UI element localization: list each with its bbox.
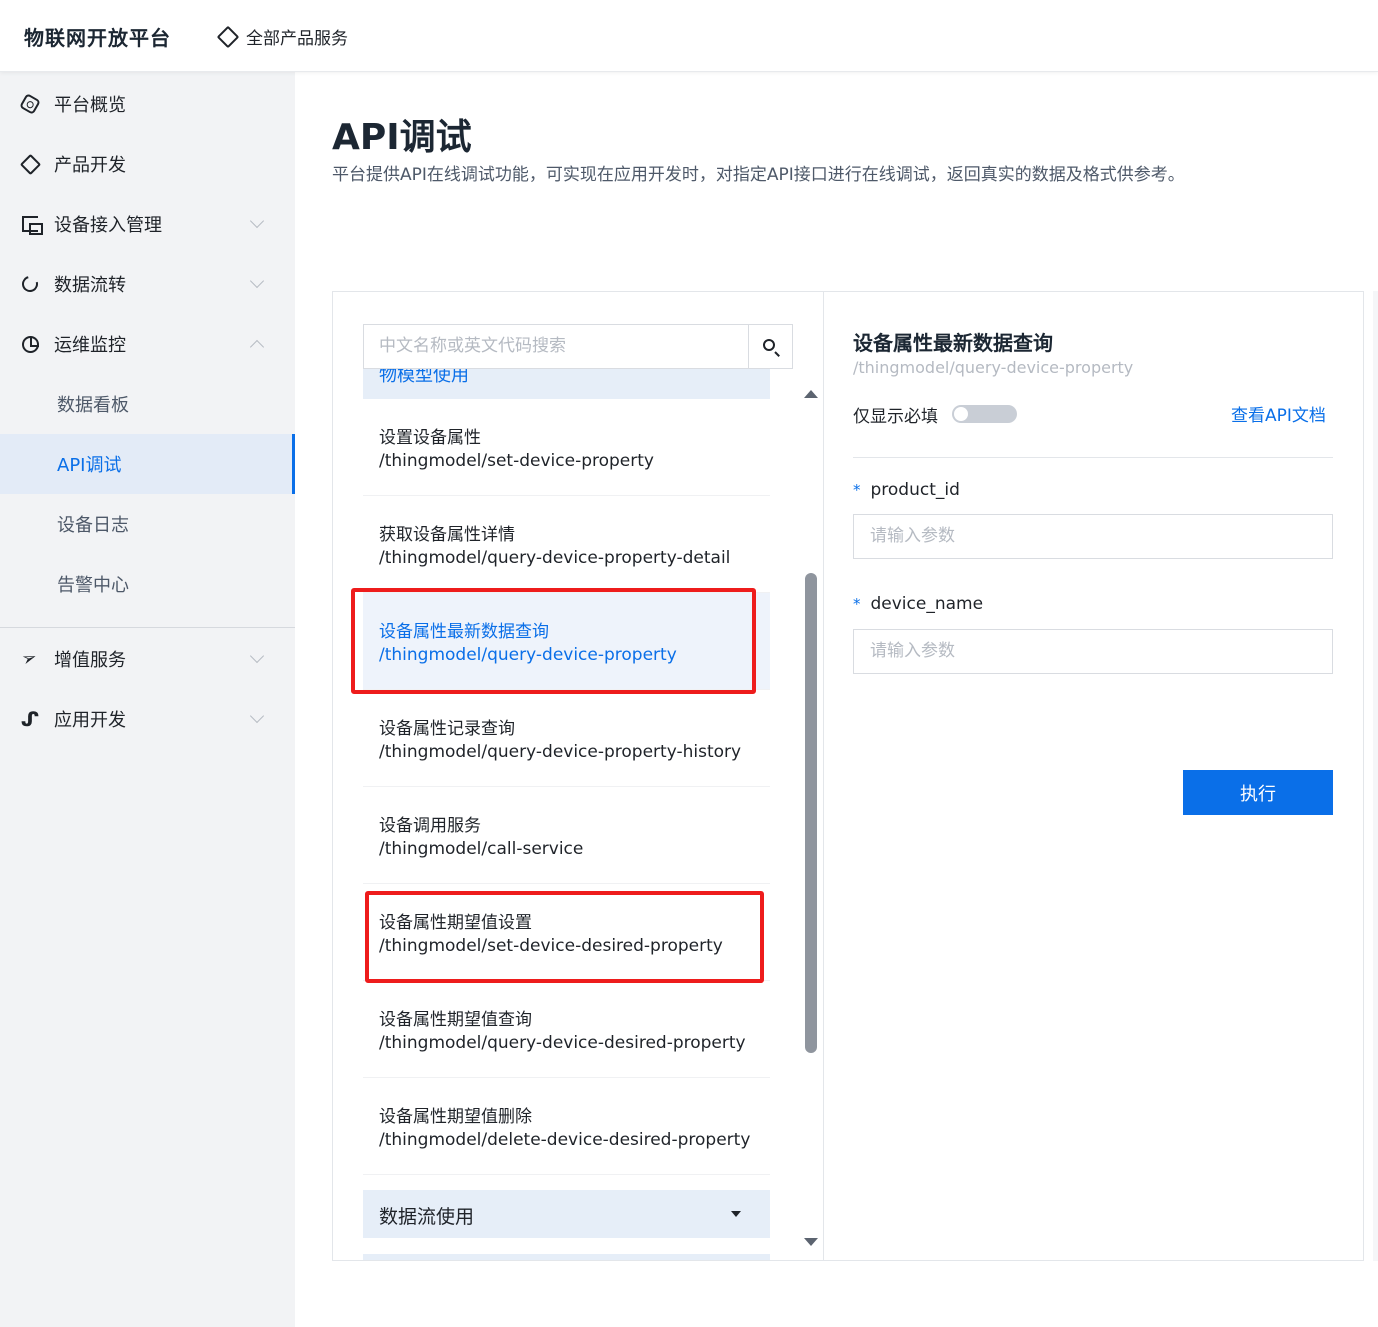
- api-item-path: /thingmodel/call-service: [379, 839, 584, 859]
- api-list-item[interactable]: 设备属性期望值删除 /thingmodel/delete-device-desi…: [363, 1078, 770, 1175]
- sidebar-item-label: 告警中心: [57, 575, 129, 596]
- api-list-item[interactable]: 设备属性期望值设置 /thingmodel/set-device-desired…: [363, 884, 770, 981]
- app-icon: ᔑ: [20, 707, 40, 731]
- group-header-data-flow[interactable]: 数据流使用: [363, 1190, 770, 1238]
- sidebar-item-product-dev[interactable]: 产品开发: [0, 134, 295, 194]
- sidebar-item-label: 设备接入管理: [54, 215, 162, 236]
- sidebar-item-label: 增值服务: [54, 650, 126, 671]
- execute-button[interactable]: 执行: [1183, 770, 1333, 815]
- sidebar-item-ops-monitor[interactable]: 运维监控: [0, 314, 295, 374]
- api-item-path: /thingmodel/query-device-property-histor…: [379, 742, 742, 762]
- overview-icon: [19, 93, 41, 115]
- required-only-toggle[interactable]: [952, 405, 1017, 423]
- field-name: product_id: [870, 480, 960, 500]
- field-name: device_name: [870, 594, 984, 614]
- required-mark: *: [853, 481, 861, 499]
- chevron-up-icon: [249, 339, 265, 355]
- api-item-path: /thingmodel/query-device-property: [379, 645, 677, 665]
- api-item-path: /thingmodel/set-device-desired-property: [379, 936, 723, 956]
- chevron-down-icon: [249, 273, 265, 289]
- all-products-menu[interactable]: 全部产品服务: [216, 24, 348, 49]
- api-item-name: 设备属性期望值查询: [379, 1010, 532, 1030]
- field-label-device-name: * device_name: [853, 594, 983, 614]
- sidebar-item-alarm-center[interactable]: 告警中心: [0, 554, 295, 614]
- sidebar-divider: [0, 627, 295, 628]
- sidebar-item-label: 数据看板: [57, 395, 129, 416]
- scroll-down-arrow[interactable]: [804, 1238, 818, 1246]
- page-title: API调试: [332, 117, 472, 158]
- api-item-path: /thingmodel/set-device-property: [379, 451, 654, 471]
- brand-title[interactable]: 物联网开放平台: [24, 22, 171, 51]
- flow-icon: [19, 273, 41, 295]
- monitor-icon: [20, 334, 40, 354]
- sidebar-item-device-log[interactable]: 设备日志: [0, 494, 295, 554]
- sidebar: 平台概览 产品开发 设备接入管理 数据流转 运维监控 数据看板 API调试 设备…: [0, 72, 295, 1327]
- api-item-path: /thingmodel/query-device-desired-propert…: [379, 1033, 746, 1053]
- chevron-down-icon: [249, 708, 265, 724]
- api-item-name: 设备属性期望值删除: [379, 1107, 532, 1127]
- api-list-item-active[interactable]: 设备属性最新数据查询 /thingmodel/query-device-prop…: [363, 593, 770, 690]
- api-item-name: 设备属性记录查询: [379, 719, 515, 739]
- api-item-name: 设置设备属性: [379, 428, 481, 448]
- scroll-up-arrow[interactable]: [804, 390, 818, 398]
- api-item-path: /thingmodel/delete-device-desired-proper…: [379, 1130, 751, 1150]
- sidebar-item-app-dev[interactable]: ᔑ 应用开发: [0, 689, 295, 749]
- api-item-name: 获取设备属性详情: [379, 525, 515, 545]
- required-mark: *: [853, 595, 861, 613]
- detail-divider: [853, 457, 1333, 458]
- sidebar-item-overview[interactable]: 平台概览: [0, 74, 295, 134]
- group-header-thingmodel[interactable]: 物模型使用: [363, 369, 770, 399]
- api-list-item[interactable]: 设备属性记录查询 /thingmodel/query-device-proper…: [363, 690, 770, 787]
- top-bar: 物联网开放平台 全部产品服务: [0, 0, 1378, 72]
- device-icon: [20, 214, 43, 235]
- api-list-item[interactable]: 设备属性期望值查询 /thingmodel/query-device-desir…: [363, 981, 770, 1078]
- api-item-name: 设备调用服务: [379, 816, 481, 836]
- cube-icon: [19, 153, 41, 175]
- api-list-item[interactable]: 设备调用服务 /thingmodel/call-service: [363, 787, 770, 884]
- field-label-product-id: * product_id: [853, 480, 960, 500]
- api-list-item[interactable]: 设置设备属性 /thingmodel/set-device-property: [363, 399, 770, 496]
- group-header-partial: [363, 1254, 770, 1260]
- group-header-label: 数据流使用: [379, 1206, 475, 1228]
- api-detail-title: 设备属性最新数据查询: [853, 331, 1053, 355]
- scrollbar-thumb[interactable]: [805, 573, 817, 1053]
- device-name-input[interactable]: 请输入参数: [853, 629, 1333, 674]
- chevron-down-icon: [249, 648, 265, 664]
- api-search-input[interactable]: 中文名称或英文代码搜索: [363, 324, 749, 369]
- panel-edge: [1373, 291, 1378, 1261]
- sidebar-item-device-access[interactable]: 设备接入管理: [0, 194, 295, 254]
- sidebar-item-label: 应用开发: [54, 710, 126, 731]
- sidebar-item-label: 运维监控: [54, 335, 126, 356]
- sidebar-item-dashboard[interactable]: 数据看板: [0, 374, 295, 434]
- view-api-doc-link[interactable]: 查看API文档: [1231, 401, 1326, 426]
- sidebar-item-value-added[interactable]: ➢ 增值服务: [0, 629, 295, 689]
- sidebar-item-label: 数据流转: [54, 275, 126, 296]
- sidebar-item-label: 平台概览: [54, 95, 126, 116]
- sidebar-item-api-debug[interactable]: API调试: [0, 434, 295, 494]
- group-header-label: 物模型使用: [379, 369, 469, 386]
- product-id-input[interactable]: 请输入参数: [853, 514, 1333, 559]
- panel-divider: [823, 291, 824, 1261]
- api-detail-path: /thingmodel/query-device-property: [853, 358, 1134, 377]
- api-item-name: 设备属性期望值设置: [379, 913, 532, 933]
- sidebar-item-data-flow[interactable]: 数据流转: [0, 254, 295, 314]
- all-products-label: 全部产品服务: [246, 29, 348, 49]
- sidebar-item-label: API调试: [57, 455, 122, 476]
- page-description: 平台提供API在线调试功能，可实现在应用开发时，对指定API接口进行在线调试，返…: [332, 165, 1185, 185]
- sidebar-item-label: 设备日志: [57, 515, 129, 536]
- search-button[interactable]: [748, 324, 793, 369]
- api-item-name: 设备属性最新数据查询: [379, 622, 549, 642]
- search-icon: [763, 339, 775, 351]
- chevron-down-icon: [249, 213, 265, 229]
- sidebar-item-label: 产品开发: [54, 155, 126, 176]
- plane-icon: ➢: [19, 646, 41, 671]
- api-item-path: /thingmodel/query-device-property-detail: [379, 548, 731, 568]
- caret-down-icon: [731, 1211, 741, 1217]
- product-menu-icon: [216, 25, 240, 48]
- api-list-item[interactable]: 获取设备属性详情 /thingmodel/query-device-proper…: [363, 496, 770, 593]
- required-only-label: 仅显示必填: [853, 407, 938, 427]
